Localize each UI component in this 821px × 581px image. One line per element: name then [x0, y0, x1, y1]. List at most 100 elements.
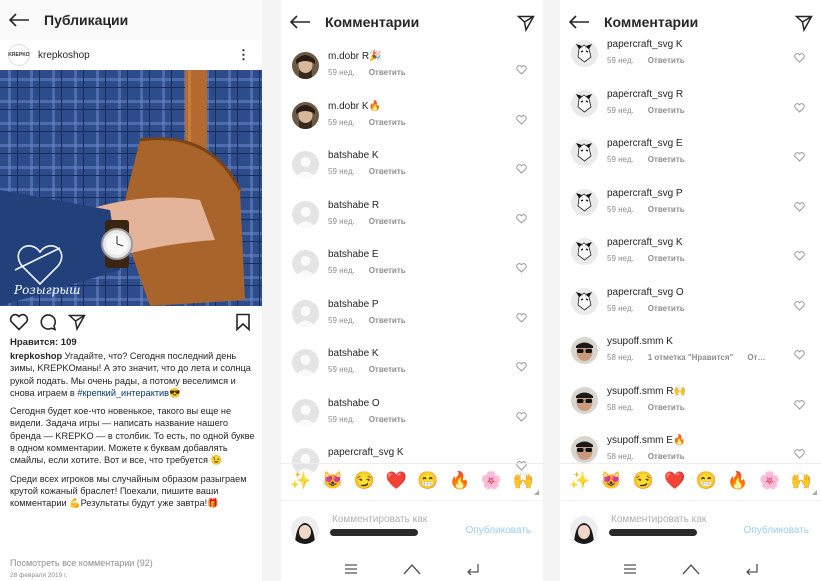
like-heart-icon[interactable]: [516, 161, 527, 179]
like-heart-icon[interactable]: [794, 347, 805, 365]
like-heart-icon[interactable]: [516, 211, 527, 229]
comment-row[interactable]: batshabe R 59 нед. Ответить: [281, 195, 543, 244]
comment-bubble-icon[interactable]: [39, 313, 57, 331]
direct-send-icon[interactable]: [795, 14, 813, 32]
like-heart-icon[interactable]: [794, 446, 805, 464]
comment-username[interactable]: papercraft_svg: [607, 39, 673, 50]
comment-username[interactable]: papercraft_svg: [607, 138, 673, 149]
reply-link[interactable]: Ответить: [648, 106, 685, 115]
reply-link[interactable]: Ответить: [648, 304, 685, 313]
reply-link[interactable]: От…: [747, 353, 765, 362]
reply-link[interactable]: Ответить: [648, 452, 685, 461]
comment-username[interactable]: papercraft_svg: [328, 447, 394, 458]
home-icon[interactable]: [681, 563, 700, 575]
comment-username[interactable]: batshabe: [328, 398, 369, 409]
avatar[interactable]: [292, 101, 319, 129]
emoji-button[interactable]: ✨: [290, 471, 312, 491]
comment-row[interactable]: batshabe K 59 нед. Ответить: [281, 343, 543, 392]
avatar[interactable]: [292, 250, 319, 277]
reply-link[interactable]: Ответить: [369, 415, 406, 424]
avatar[interactable]: [571, 238, 598, 265]
reply-link[interactable]: Ответить: [648, 403, 685, 412]
comment-row[interactable]: batshabe O 59 нед. Ответить: [281, 393, 543, 442]
emoji-button[interactable]: 😻: [322, 471, 344, 491]
hashtag-link[interactable]: #крепкий_интерактив: [77, 388, 169, 398]
reply-link[interactable]: Ответить: [369, 167, 406, 176]
comment-row[interactable]: batshabe P 59 нед. Ответить: [281, 294, 543, 343]
emoji-button[interactable]: 😁: [695, 471, 717, 491]
like-heart-icon[interactable]: [516, 112, 527, 130]
avatar[interactable]: [571, 89, 598, 117]
emoji-button[interactable]: 🌸: [759, 471, 781, 491]
view-all-comments-link[interactable]: Посмотреть все комментарии (92): [10, 558, 153, 568]
comment-username[interactable]: papercraft_svg: [607, 237, 673, 248]
post-author[interactable]: KREPKO krepkoshop ⋮: [0, 40, 262, 70]
comment-row[interactable]: papercraft_svg P 59 нед. Ответить: [560, 183, 821, 232]
comment-input[interactable]: Комментировать как: [611, 514, 706, 525]
emoji-button[interactable]: 😏: [632, 471, 654, 491]
avatar[interactable]: [292, 398, 319, 426]
reply-link[interactable]: Ответить: [369, 118, 406, 127]
emoji-button[interactable]: 🔥: [449, 471, 471, 491]
avatar[interactable]: [292, 151, 319, 178]
emoji-button[interactable]: ❤️: [385, 471, 407, 491]
avatar[interactable]: [292, 52, 319, 79]
back-nav-icon[interactable]: [466, 563, 480, 575]
comment-row[interactable]: ysupoff.smm K 58 нед. 1 отметка "Нравится"…: [560, 331, 821, 380]
back-nav-icon[interactable]: [745, 563, 759, 575]
emoji-button[interactable]: ❤️: [664, 471, 686, 491]
avatar[interactable]: [571, 337, 598, 364]
publish-button[interactable]: Опубликовать: [466, 525, 531, 536]
reply-link[interactable]: Ответить: [648, 56, 685, 65]
reply-link[interactable]: Ответить: [648, 155, 685, 164]
comment-row[interactable]: papercraft_svg R 59 нед. Ответить: [560, 84, 821, 133]
like-heart-icon[interactable]: [794, 50, 805, 68]
direct-send-icon[interactable]: [517, 14, 535, 32]
back-arrow-icon[interactable]: [568, 15, 590, 29]
emoji-button[interactable]: 😻: [600, 471, 622, 491]
comment-row[interactable]: ysupoff.smm R🙌 58 нед. Ответить: [560, 381, 821, 430]
reply-link[interactable]: Ответить: [648, 254, 685, 263]
menu-icon[interactable]: [623, 563, 637, 574]
comment-input[interactable]: Комментировать как: [332, 514, 427, 525]
comment-username[interactable]: papercraft_svg: [607, 188, 673, 199]
like-heart-icon[interactable]: [516, 260, 527, 278]
avatar[interactable]: [292, 349, 319, 376]
emoji-button[interactable]: 😁: [417, 471, 439, 491]
comment-likes-link[interactable]: 1 отметка "Нравится": [648, 353, 734, 362]
avatar[interactable]: [571, 40, 598, 67]
avatar[interactable]: KREPKO: [8, 44, 30, 66]
emoji-button[interactable]: 😏: [353, 471, 375, 491]
comment-username[interactable]: batshabe: [328, 200, 369, 211]
reply-link[interactable]: Ответить: [369, 365, 406, 374]
post-photo[interactable]: Розыгрыш: [0, 70, 262, 306]
comment-username[interactable]: batshabe: [328, 249, 369, 260]
comment-row[interactable]: m.dobr R🎉 59 нед. Ответить: [281, 46, 543, 95]
like-heart-icon[interactable]: [794, 298, 805, 316]
avatar[interactable]: [571, 188, 598, 216]
like-heart-icon[interactable]: [516, 409, 527, 427]
reply-link[interactable]: Ответить: [648, 205, 685, 214]
comment-row[interactable]: papercraft_svg K 59 нед. Ответить: [560, 232, 821, 281]
caption-author[interactable]: krepkoshop: [10, 351, 62, 361]
comment-row[interactable]: papercraft_svg E 59 нед. Ответить: [560, 133, 821, 182]
bookmark-icon[interactable]: [235, 313, 251, 331]
like-heart-icon[interactable]: [516, 310, 527, 328]
comment-username[interactable]: m.dobr: [328, 51, 359, 62]
comment-username[interactable]: batshabe: [328, 348, 369, 359]
share-send-icon[interactable]: [68, 313, 86, 331]
comment-row[interactable]: papercraft_svg O 59 нед. Ответить: [560, 282, 821, 331]
reply-link[interactable]: Ответить: [369, 266, 406, 275]
like-heart-icon[interactable]: [794, 100, 805, 118]
comment-row[interactable]: batshabe K 59 нед. Ответить: [281, 145, 543, 194]
like-heart-icon[interactable]: [794, 248, 805, 266]
avatar[interactable]: [571, 436, 598, 463]
comment-row[interactable]: papercraft_svg K 59 нед. Ответить: [560, 34, 821, 83]
avatar[interactable]: [571, 386, 598, 414]
likes-count[interactable]: Нравится: 109: [10, 337, 77, 348]
comment-username[interactable]: papercraft_svg: [607, 89, 673, 100]
menu-icon[interactable]: [344, 563, 358, 574]
home-icon[interactable]: [403, 563, 421, 575]
more-options-icon[interactable]: ⋮: [237, 47, 250, 63]
comment-username[interactable]: papercraft_svg: [607, 287, 673, 298]
